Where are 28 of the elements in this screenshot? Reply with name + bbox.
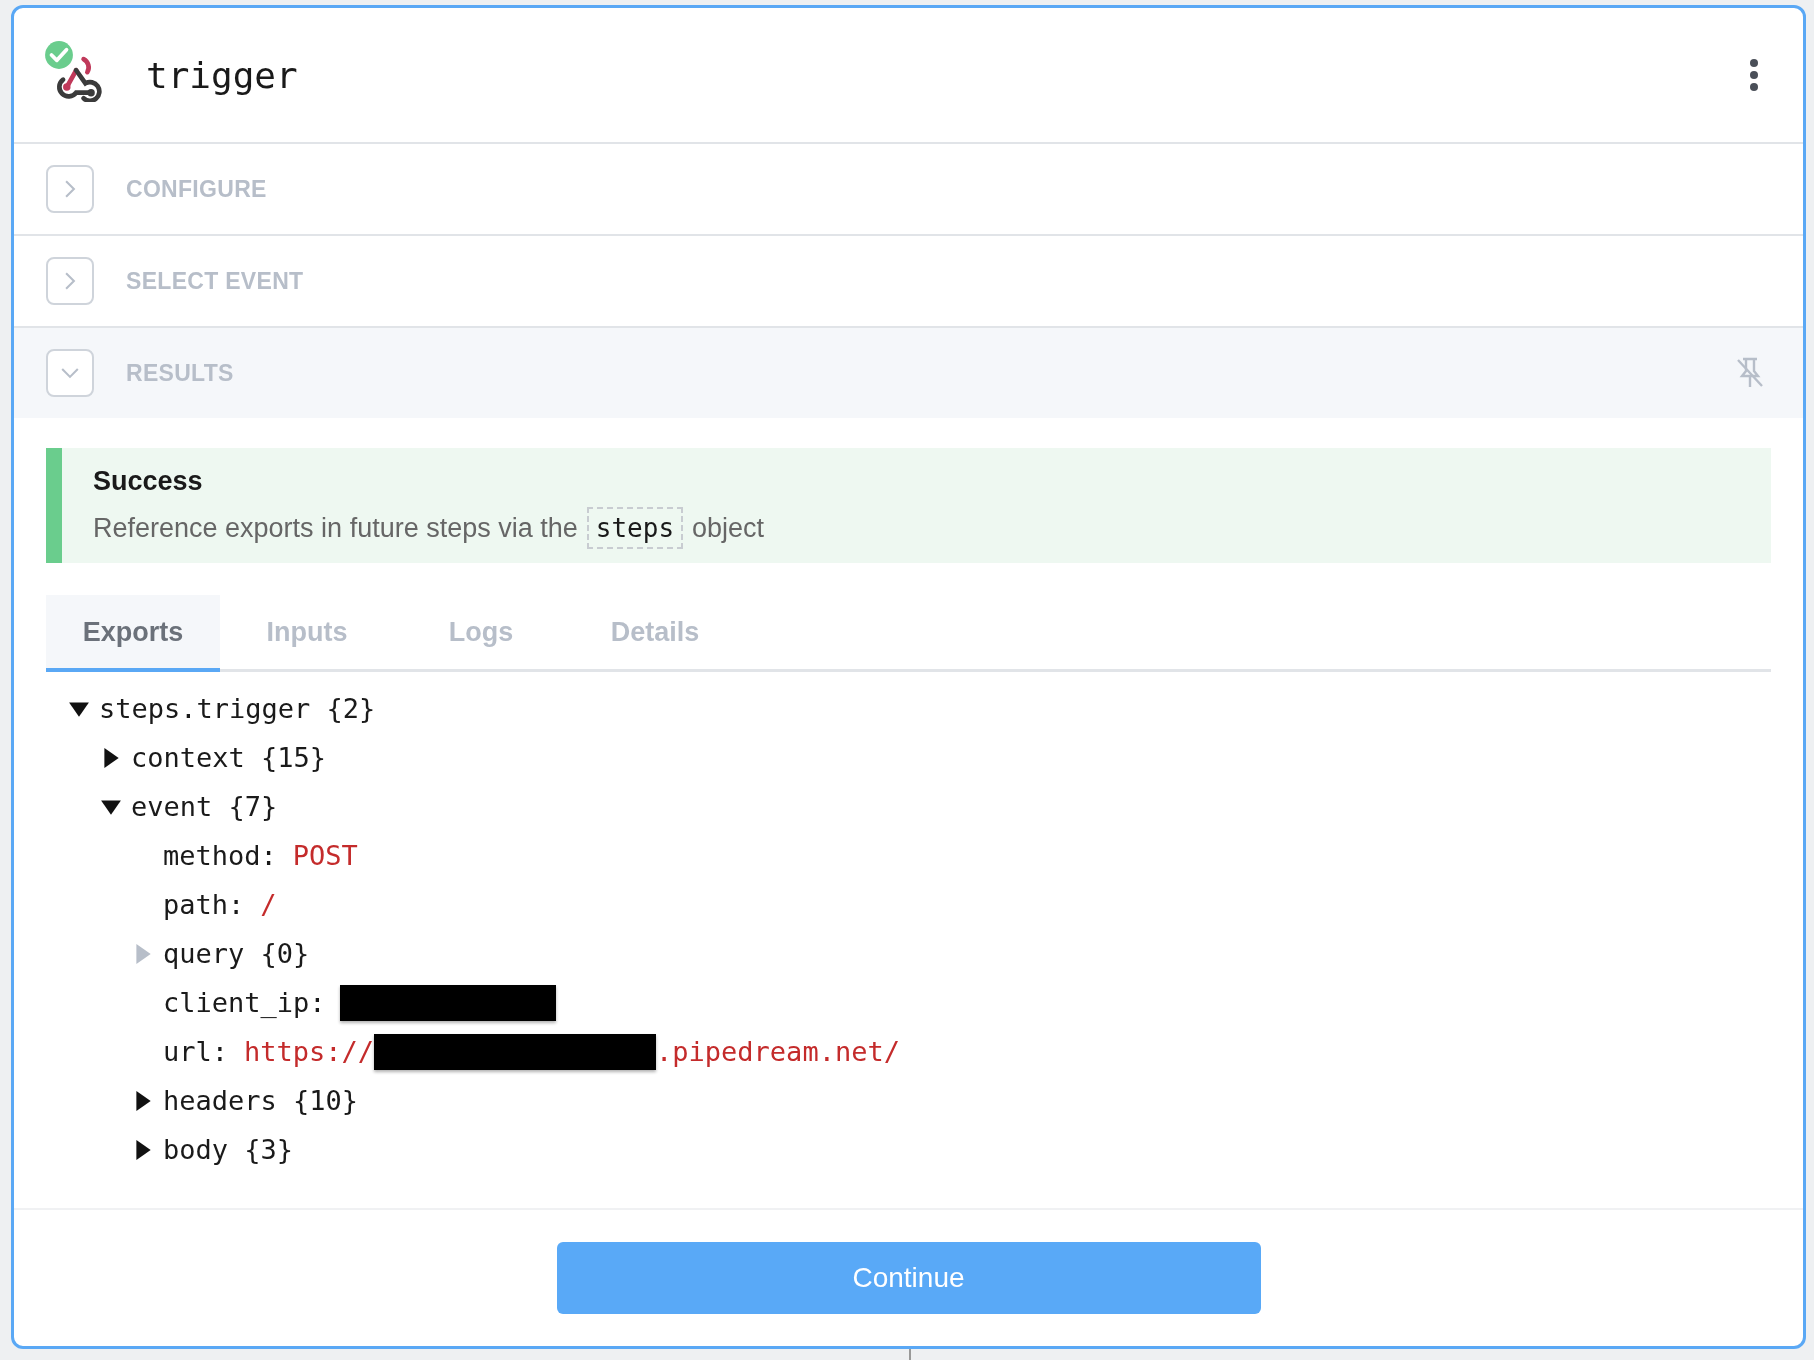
property-value: .pipedream.net/ [656,1036,900,1067]
property-key: path: [163,889,245,920]
more-options-icon[interactable] [1749,58,1759,92]
tree-node-label[interactable]: event {7} [131,791,278,822]
section-label: CONFIGURE [126,175,268,203]
alert-text: object [692,512,765,544]
section-label: RESULTS [126,359,235,387]
property-value: POST [292,840,358,871]
alert-title: Success [93,466,204,497]
code-snippet: steps [586,507,684,549]
tree-node-label[interactable]: steps.trigger {2} [99,693,376,724]
tab[interactable]: Exports [46,595,220,672]
expand-toggle[interactable] [46,165,94,213]
tree-node-label[interactable]: context {15} [131,742,327,773]
tree-node-label[interactable]: query {0} [163,938,310,969]
property-key: client_ip: [163,987,326,1018]
collapse-toggle[interactable] [46,349,94,397]
property-key: method: [163,840,277,871]
step-title: trigger [146,54,299,96]
alert-text: Reference exports in future steps via the [93,512,578,544]
expand-toggle[interactable] [46,257,94,305]
tree-node-label[interactable]: body {3} [163,1134,294,1165]
continue-button[interactable]: Continue [556,1242,1261,1314]
tree-node-label[interactable]: headers {10} [163,1085,359,1116]
property-value: / [260,889,277,920]
section-label: SELECT EVENT [126,267,305,295]
property-value: https:// [244,1036,375,1067]
property-key: url: [163,1036,229,1067]
